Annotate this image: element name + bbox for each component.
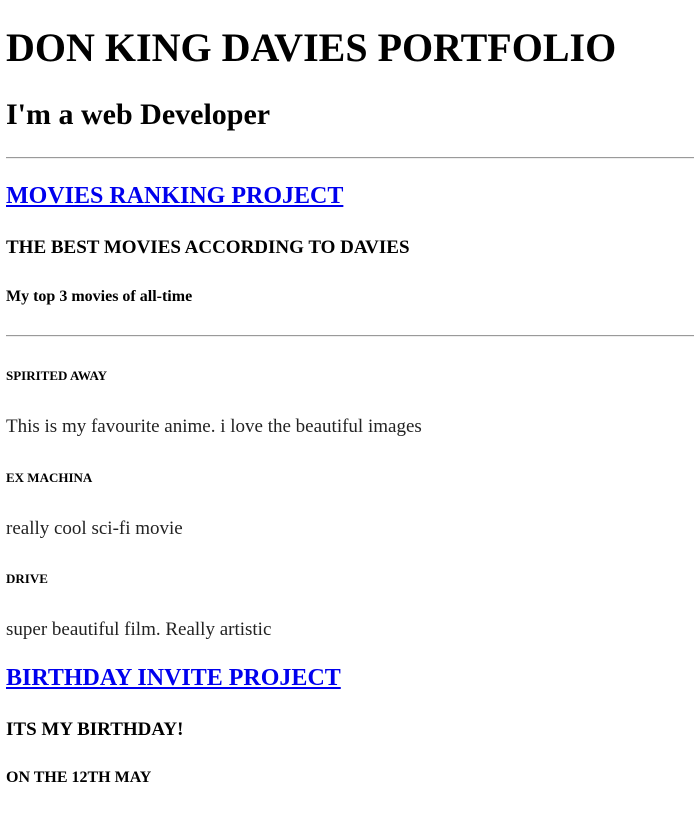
movie-title: EX MACHINA	[6, 470, 93, 485]
movie-title: SPIRITED AWAY	[6, 368, 108, 383]
movie-title: DRIVE	[6, 571, 48, 586]
birthday-heading: ITS MY BIRTHDAY!	[6, 719, 184, 740]
movies-subheading: My top 3 movies of all-time	[6, 288, 193, 305]
movie-description: This is my favourite anime. i love the b…	[6, 416, 422, 437]
page-subtitle: I'm a web Developer	[6, 98, 271, 131]
movies-divider	[6, 335, 694, 337]
header-divider	[6, 157, 694, 159]
birthday-subheading: ON THE 12TH MAY	[6, 769, 152, 786]
birthday-project-link[interactable]: BIRTHDAY INVITE PROJECT	[6, 666, 341, 690]
portfolio-page: DON KING DAVIES PORTFOLIO I'm a web Deve…	[0, 0, 694, 826]
page-title: DON KING DAVIES PORTFOLIO	[6, 25, 617, 70]
movie-description: really cool sci-fi movie	[6, 518, 183, 539]
movies-project-link[interactable]: MOVIES RANKING PROJECT	[6, 184, 343, 208]
movies-heading: THE BEST MOVIES ACCORDING TO DAVIES	[6, 237, 410, 258]
movie-description: super beautiful film. Really artistic	[6, 619, 272, 640]
